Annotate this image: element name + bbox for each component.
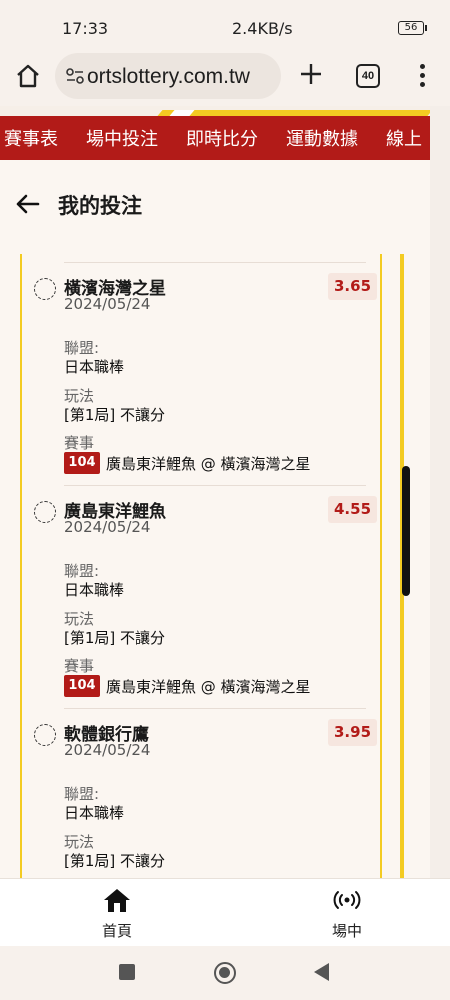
league-value: 日本職棒 xyxy=(64,358,125,376)
back-triangle-icon[interactable] xyxy=(314,963,329,981)
match-label: 賽事 xyxy=(64,434,95,452)
play-value: [第1局] 不讓分 xyxy=(64,852,166,870)
divider xyxy=(64,485,366,486)
play-label: 玩法 xyxy=(64,833,95,851)
play-value: [第1局] 不讓分 xyxy=(64,629,166,647)
bet-date: 2024/05/24 xyxy=(64,518,151,536)
back-arrow-icon[interactable] xyxy=(14,192,40,216)
nav-item-live-betting[interactable]: 場中投注 xyxy=(72,125,172,151)
home-icon[interactable] xyxy=(14,62,42,90)
nav-item-live-scores[interactable]: 即時比分 xyxy=(172,125,272,151)
select-radio[interactable] xyxy=(34,501,56,523)
select-radio[interactable] xyxy=(34,724,56,746)
league-value: 日本職棒 xyxy=(64,581,125,599)
broadcast-icon xyxy=(333,891,361,909)
odds-badge: 3.65 xyxy=(328,273,378,300)
more-menu-icon[interactable] xyxy=(412,64,432,90)
system-navigation-bar xyxy=(0,946,450,1000)
web-page: 賽事表 場中投注 即時比分 運動數據 線上 我的投注 橫濱海灣之星 2024/0… xyxy=(0,106,450,878)
odds-badge: 3.95 xyxy=(328,719,378,746)
league-label: 聯盟: xyxy=(64,339,100,357)
status-bar: 17:33 2.4KB/s 56 xyxy=(0,0,450,56)
new-tab-icon[interactable] xyxy=(297,60,325,88)
page-header: 我的投注 xyxy=(0,160,430,254)
status-net-speed: 2.4KB/s xyxy=(232,19,293,38)
bet-item[interactable]: 橫濱海灣之星 2024/05/24 3.65 聯盟: 日本職棒 玩法 [第1局]… xyxy=(22,262,380,484)
header-decoration xyxy=(0,106,433,116)
bottom-nav-home[interactable]: 首頁 xyxy=(77,887,157,941)
league-label: 聯盟: xyxy=(64,562,100,580)
site-settings-icon[interactable] xyxy=(65,66,85,86)
home-button-icon[interactable] xyxy=(214,962,236,984)
browser-toolbar: ortslottery.com.tw 40 xyxy=(0,50,450,106)
tab-switcher-button[interactable]: 40 xyxy=(356,64,380,88)
page-title: 我的投注 xyxy=(58,194,142,218)
scrollbar-thumb[interactable] xyxy=(402,466,410,596)
url-text: ortslottery.com.tw xyxy=(87,65,250,88)
bottom-nav-home-label: 首頁 xyxy=(101,922,132,940)
league-label: 聯盟: xyxy=(64,785,100,803)
match-number-badge: 104 xyxy=(64,452,100,474)
play-value: [第1局] 不讓分 xyxy=(64,406,166,424)
bottom-nav-live-label: 場中 xyxy=(331,922,362,940)
bottom-nav-live[interactable]: 場中 xyxy=(307,887,387,941)
bottom-navigation: 首頁 場中 xyxy=(0,878,450,946)
status-time: 17:33 xyxy=(62,19,109,38)
match-name: 廣島東洋鯉魚 @ 橫濱海灣之星 xyxy=(106,678,311,696)
home-icon xyxy=(104,889,130,912)
play-label: 玩法 xyxy=(64,610,95,628)
divider xyxy=(64,262,366,263)
bet-item[interactable]: 廣島東洋鯉魚 2024/05/24 4.55 聯盟: 日本職棒 玩法 [第1局]… xyxy=(22,485,380,707)
battery-icon: 56 xyxy=(398,21,427,35)
select-radio[interactable] xyxy=(34,278,56,300)
bet-date: 2024/05/24 xyxy=(64,741,151,759)
recent-apps-icon[interactable] xyxy=(119,964,135,980)
match-label: 賽事 xyxy=(64,657,95,675)
match-name: 廣島東洋鯉魚 @ 橫濱海灣之星 xyxy=(106,455,311,473)
divider xyxy=(64,708,366,709)
bet-list: 橫濱海灣之星 2024/05/24 3.65 聯盟: 日本職棒 玩法 [第1局]… xyxy=(20,254,382,878)
address-bar[interactable]: ortslottery.com.tw xyxy=(55,53,281,99)
bet-item[interactable]: 軟體銀行鷹 2024/05/24 3.95 聯盟: 日本職棒 玩法 [第1局] … xyxy=(22,708,380,878)
nav-item-online[interactable]: 線上 xyxy=(372,125,430,151)
match-number-badge: 104 xyxy=(64,675,100,697)
bet-date: 2024/05/24 xyxy=(64,295,151,313)
top-navigation: 賽事表 場中投注 即時比分 運動數據 線上 xyxy=(0,116,430,160)
page-gutter xyxy=(430,106,450,878)
nav-item-schedule[interactable]: 賽事表 xyxy=(0,125,72,151)
odds-badge: 4.55 xyxy=(328,496,378,523)
league-value: 日本職棒 xyxy=(64,804,125,822)
play-label: 玩法 xyxy=(64,387,95,405)
nav-item-sports-data[interactable]: 運動數據 xyxy=(272,125,372,151)
